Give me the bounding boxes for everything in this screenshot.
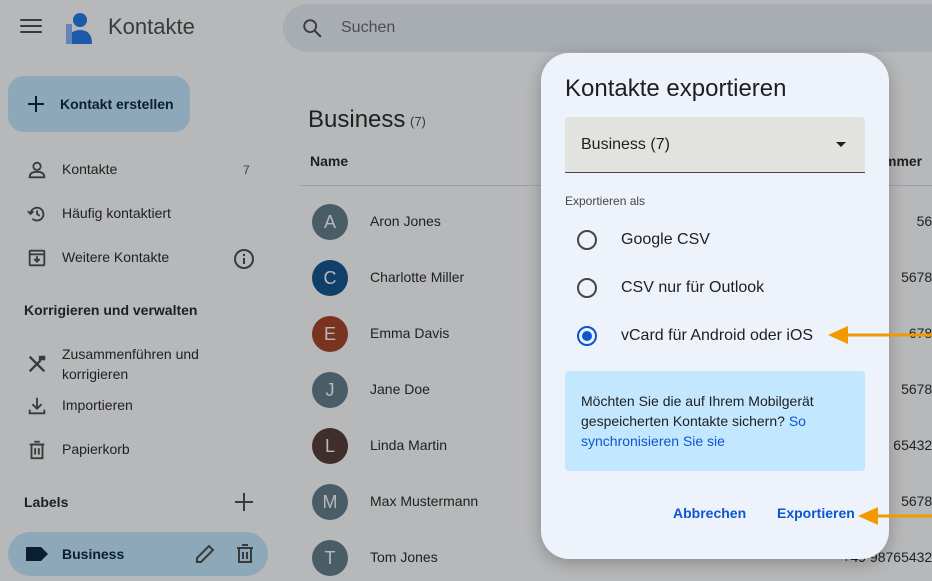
option-vcard[interactable]: vCard für Android oder iOS	[565, 317, 865, 357]
option-outlook-csv[interactable]: CSV nur für Outlook	[565, 269, 865, 309]
option-label: Google CSV	[621, 231, 710, 248]
annotation-arrow-icon	[858, 507, 932, 525]
sync-info-text: Möchten Sie die auf Ihrem Mobilgerät ges…	[581, 393, 814, 429]
dialog-title: Kontakte exportieren	[565, 75, 787, 102]
export-as-label: Exportieren als	[565, 194, 646, 208]
sync-info-box: Möchten Sie die auf Ihrem Mobilgerät ges…	[565, 371, 865, 471]
radio-button-selected[interactable]	[577, 326, 597, 346]
export-button[interactable]: Exportieren	[777, 505, 855, 521]
export-contacts-dialog: Kontakte exportieren Business (7) Export…	[541, 53, 889, 559]
radio-button[interactable]	[577, 230, 597, 250]
option-google-csv[interactable]: Google CSV	[565, 221, 865, 261]
annotation-arrow-icon	[828, 326, 932, 344]
dropdown-caret-icon	[836, 142, 846, 147]
option-label: vCard für Android oder iOS	[621, 327, 814, 344]
radio-button[interactable]	[577, 278, 597, 298]
cancel-button[interactable]: Abbrechen	[673, 505, 746, 521]
contact-group-select[interactable]: Business (7)	[565, 117, 865, 173]
selected-group-value: Business (7)	[581, 136, 670, 153]
option-label: CSV nur für Outlook	[621, 279, 765, 296]
